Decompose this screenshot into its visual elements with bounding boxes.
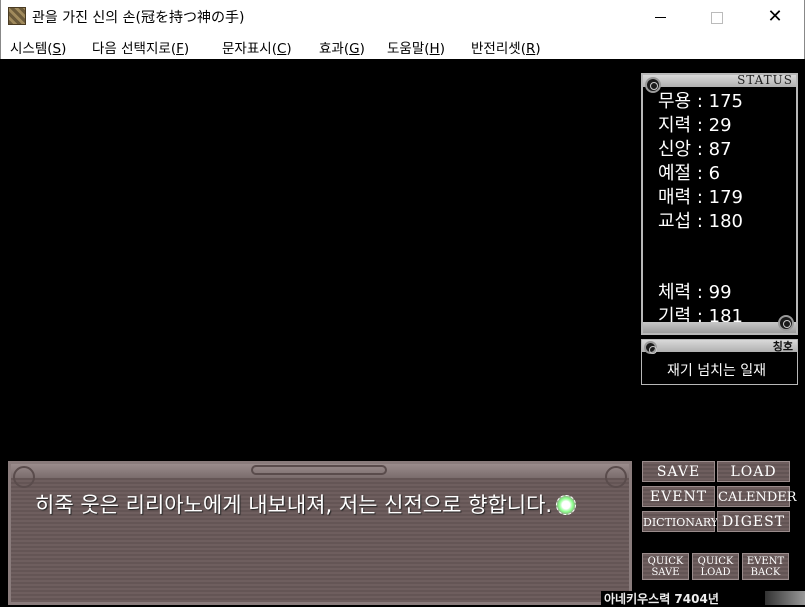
- status-title: STATUS: [737, 73, 793, 87]
- title-panel: 칭호 재기 넘치는 일재: [641, 339, 798, 385]
- menu-text-display[interactable]: 문자표시(C): [222, 37, 292, 57]
- save-button[interactable]: SAVE: [642, 461, 715, 482]
- digest-button[interactable]: DIGEST: [717, 511, 790, 532]
- status-panel: STATUS 무용 : 175 지력 : 29 신앙 : 87 예절 : 6 매…: [641, 73, 798, 335]
- stat-valor: 무용 : 175: [658, 91, 743, 112]
- dictionary-button[interactable]: DICTIONARY: [642, 511, 718, 532]
- close-icon: ✕: [767, 6, 783, 27]
- event-button[interactable]: EVENT: [642, 486, 715, 507]
- minimize-button[interactable]: [637, 0, 683, 33]
- menu-bar: 시스템(S) 다음 선택지로(F) 문자표시(C) 효과(G) 도움말(H) 반…: [0, 33, 805, 59]
- load-button[interactable]: LOAD: [717, 461, 790, 482]
- event-back-label-2: BACK: [750, 567, 781, 578]
- close-button[interactable]: ✕: [752, 0, 798, 33]
- quick-load-label-2: LOAD: [700, 567, 731, 578]
- minimize-icon: [654, 17, 666, 18]
- title-panel-label: 칭호: [772, 340, 793, 353]
- title-panel-header: 칭호: [642, 340, 797, 353]
- frame-corner-ornament: [605, 466, 627, 488]
- title-bar: 관을 가진 신의 손(冠を持つ神の手) ✕: [0, 0, 805, 33]
- maximize-icon: [711, 11, 723, 24]
- quick-load-button[interactable]: QUICK LOAD: [692, 553, 739, 580]
- maximize-button[interactable]: [694, 0, 740, 33]
- stat-faith: 신앙 : 87: [658, 139, 732, 160]
- frame-ornament: [251, 465, 387, 475]
- quick-load-label-1: QUICK: [697, 556, 734, 567]
- calendar-date: 아네키우스력 7404년: [604, 592, 719, 606]
- status-header: STATUS: [643, 73, 796, 87]
- menu-invert-reset[interactable]: 반전리셋(R): [471, 37, 541, 57]
- celtic-knot-icon: [778, 315, 794, 331]
- window-title: 관을 가진 신의 손(冠を持つ神の手): [32, 10, 245, 26]
- stat-etiquette: 예절 : 6: [658, 163, 721, 184]
- stat-charm: 매력 : 179: [658, 187, 743, 208]
- menu-next-choice[interactable]: 다음 선택지로(F): [92, 37, 189, 57]
- menu-system[interactable]: 시스템(S): [10, 37, 66, 57]
- stat-stamina: 체력 : 99: [658, 282, 732, 303]
- menu-help[interactable]: 도움말(H): [387, 37, 445, 57]
- event-back-button[interactable]: EVENT BACK: [742, 553, 789, 580]
- message-window[interactable]: 히죽 웃은 리리아노에게 내보내져, 저는 신전으로 향합니다.: [8, 461, 632, 605]
- stat-negotiation: 교섭 : 180: [658, 211, 743, 232]
- date-bar: 아네키우스력 7404년: [601, 591, 805, 606]
- quick-save-label-2: SAVE: [651, 567, 680, 578]
- quick-save-button[interactable]: QUICK SAVE: [642, 553, 689, 580]
- frame-corner-ornament: [13, 466, 35, 488]
- app-icon: [8, 7, 26, 25]
- stat-intellect: 지력 : 29: [658, 115, 732, 136]
- message-text: 히죽 웃은 리리아노에게 내보내져, 저는 신전으로 향합니다.: [35, 489, 577, 519]
- title-value: 재기 넘치는 일재: [667, 363, 767, 379]
- quick-save-label-1: QUICK: [647, 556, 684, 567]
- celtic-knot-icon: [644, 341, 657, 354]
- calender-button[interactable]: CALENDER: [717, 486, 797, 507]
- date-decoration: [765, 591, 805, 605]
- menu-effects[interactable]: 효과(G): [319, 37, 365, 57]
- message-frame: [11, 464, 629, 478]
- event-back-label-1: EVENT: [746, 556, 785, 567]
- status-footer: [643, 322, 796, 333]
- text-advance-icon: [556, 495, 577, 515]
